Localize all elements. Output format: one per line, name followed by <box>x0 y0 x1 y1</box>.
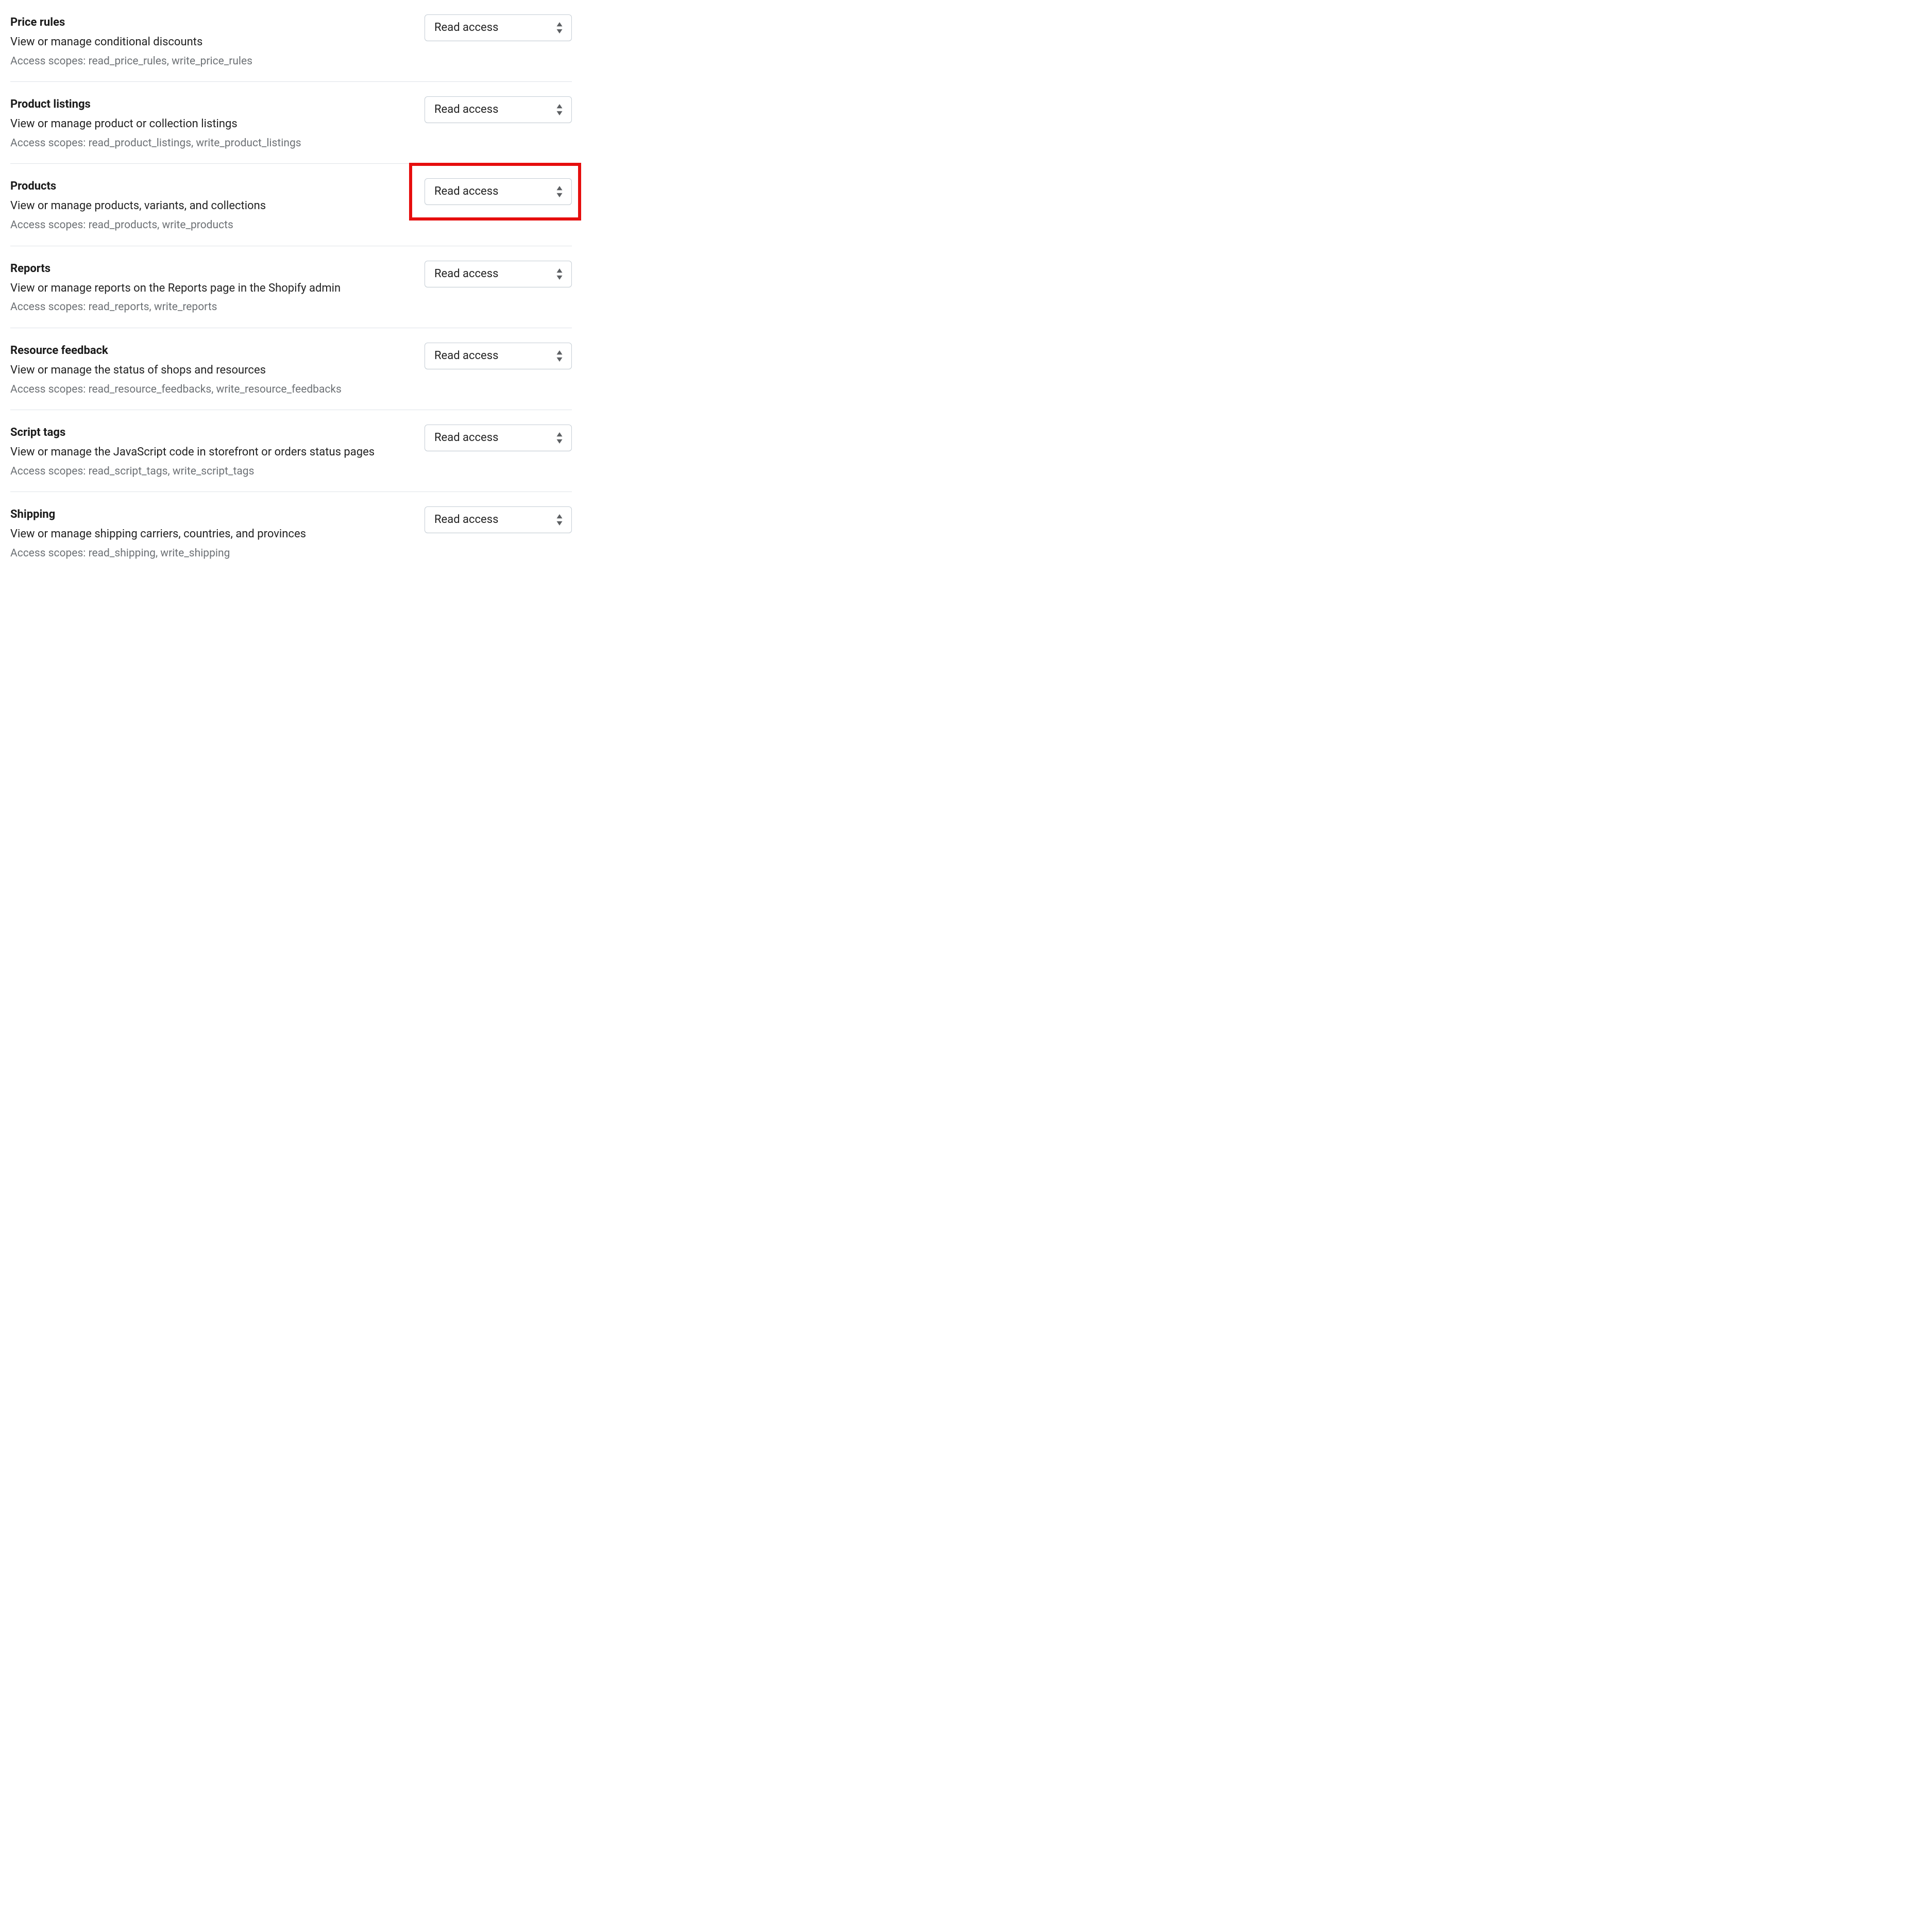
permission-title: Script tags <box>10 425 404 441</box>
permission-info: Products View or manage products, variant… <box>10 178 425 233</box>
permission-row-product-listings: Product listings View or manage product o… <box>10 82 572 164</box>
permission-description: View or manage reports on the Reports pa… <box>10 280 404 297</box>
access-select-script-tags[interactable]: Read access <box>425 425 572 451</box>
permission-info: Product listings View or manage product o… <box>10 96 425 151</box>
permission-description: View or manage the JavaScript code in st… <box>10 444 404 461</box>
permission-description: View or manage the status of shops and r… <box>10 362 404 379</box>
permission-title: Price rules <box>10 14 404 31</box>
permission-title: Product listings <box>10 96 404 113</box>
access-select-value[interactable]: Read access <box>425 261 572 287</box>
permission-title: Reports <box>10 261 404 277</box>
access-select-value[interactable]: Read access <box>425 343 572 369</box>
permission-description: View or manage conditional discounts <box>10 34 404 50</box>
access-select-resource-feedback[interactable]: Read access <box>425 343 572 369</box>
permission-row-price-rules: Price rules View or manage conditional di… <box>10 0 572 82</box>
access-select-price-rules[interactable]: Read access <box>425 14 572 41</box>
permission-info: Price rules View or manage conditional di… <box>10 14 425 69</box>
permission-scopes: Access scopes: read_products, write_prod… <box>10 217 404 233</box>
permission-title: Shipping <box>10 506 404 523</box>
permission-info: Resource feedback View or manage the stat… <box>10 343 425 397</box>
permission-row-shipping: Shipping View or manage shipping carriers… <box>10 492 572 573</box>
access-select-product-listings[interactable]: Read access <box>425 96 572 123</box>
permission-scopes: Access scopes: read_script_tags, write_s… <box>10 464 404 479</box>
permissions-list: Price rules View or manage conditional di… <box>10 0 572 574</box>
permission-title: Products <box>10 178 404 195</box>
access-select-products[interactable]: Read access <box>425 178 572 205</box>
permission-row-reports: Reports View or manage reports on the Rep… <box>10 246 572 328</box>
access-select-reports[interactable]: Read access <box>425 261 572 287</box>
permission-scopes: Access scopes: read_shipping, write_ship… <box>10 546 404 561</box>
access-select-value[interactable]: Read access <box>425 178 572 205</box>
permission-scopes: Access scopes: read_price_rules, write_p… <box>10 54 404 69</box>
permission-description: View or manage product or collection lis… <box>10 116 404 132</box>
access-select-value[interactable]: Read access <box>425 425 572 451</box>
permission-description: View or manage products, variants, and c… <box>10 198 404 214</box>
permission-info: Reports View or manage reports on the Rep… <box>10 261 425 315</box>
permission-title: Resource feedback <box>10 343 404 359</box>
access-select-value[interactable]: Read access <box>425 14 572 41</box>
permission-row-script-tags: Script tags View or manage the JavaScript… <box>10 410 572 492</box>
permission-info: Script tags View or manage the JavaScript… <box>10 425 425 479</box>
access-select-value[interactable]: Read access <box>425 96 572 123</box>
permission-scopes: Access scopes: read_product_listings, wr… <box>10 135 404 151</box>
access-select-value[interactable]: Read access <box>425 506 572 533</box>
permission-scopes: Access scopes: read_resource_feedbacks, … <box>10 382 404 397</box>
permission-info: Shipping View or manage shipping carriers… <box>10 506 425 561</box>
permission-row-products: Products View or manage products, variant… <box>10 164 572 246</box>
permission-row-resource-feedback: Resource feedback View or manage the stat… <box>10 328 572 410</box>
access-select-shipping[interactable]: Read access <box>425 506 572 533</box>
permission-scopes: Access scopes: read_reports, write_repor… <box>10 299 404 315</box>
permission-description: View or manage shipping carriers, countr… <box>10 526 404 543</box>
